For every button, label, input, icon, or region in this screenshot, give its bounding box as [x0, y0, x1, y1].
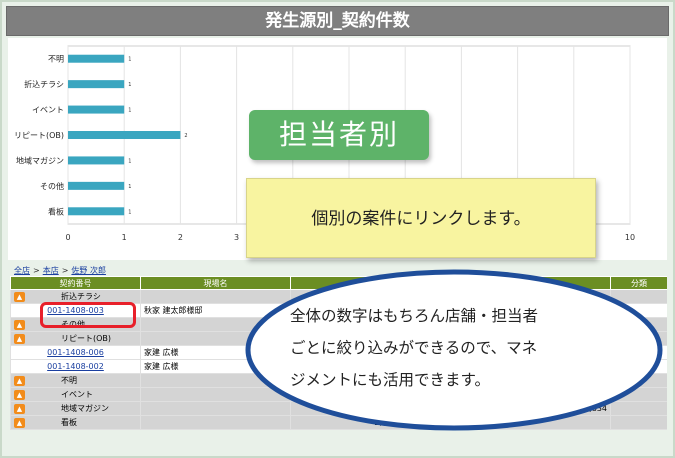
- collapse-toggle-icon[interactable]: ▲: [14, 375, 25, 386]
- data-label: 1: [128, 57, 131, 63]
- collapse-toggle-icon[interactable]: ▲: [14, 403, 25, 414]
- bar: [68, 156, 125, 165]
- group-label: リピート(OB): [61, 334, 112, 343]
- data-label: 2: [184, 133, 187, 139]
- category-label: 地域マガジン: [16, 155, 64, 165]
- report-title: 発生源別_契約件数: [6, 6, 669, 36]
- bar: [68, 105, 125, 114]
- collapse-toggle-icon[interactable]: ▲: [14, 389, 25, 400]
- category-label: 折込チラシ: [24, 79, 64, 89]
- collapse-toggle-icon[interactable]: ▲: [14, 417, 25, 428]
- data-label: 1: [128, 82, 131, 88]
- breadcrumb-sep: >: [61, 266, 69, 275]
- category-label: イベント: [32, 106, 64, 115]
- breadcrumb-sep: >: [33, 266, 40, 275]
- oval-callout-text: 全体の数字はもちろん店舗・担当者 ごとに絞り込みができるので、マネ ジメントにも…: [290, 300, 630, 396]
- data-label: 1: [128, 184, 131, 190]
- bar: [68, 54, 125, 63]
- contract-link[interactable]: 001-1408-002: [47, 362, 104, 371]
- link-highlight-box: [40, 302, 136, 328]
- bar: [68, 80, 125, 89]
- data-label: 1: [128, 108, 131, 114]
- group-label: 看板: [61, 418, 77, 427]
- group-cell: ▲ 看板: [10, 415, 141, 430]
- oval-line-3: ジメントにも活用できます。: [290, 371, 490, 389]
- bar: [68, 131, 181, 139]
- group-cell: ▲ リピート(OB): [10, 331, 141, 346]
- group-label: イベント: [61, 390, 93, 399]
- oval-line-2: ごとに絞り込みができるので、マネ: [290, 339, 538, 357]
- data-label: 1: [128, 209, 131, 215]
- category-label: その他: [40, 181, 64, 191]
- collapse-toggle-icon[interactable]: ▲: [14, 319, 25, 330]
- contract-no-cell: 001-1408-006: [10, 345, 141, 360]
- bar: [68, 181, 125, 190]
- link-callout: 個別の案件にリンクします。: [246, 178, 596, 258]
- x-tick-label: 10: [625, 233, 635, 242]
- group-cell: ▲ 地域マガジン: [10, 401, 141, 416]
- category-label: 不明: [48, 55, 64, 64]
- x-tick-label: 1: [122, 233, 127, 242]
- breadcrumb-item-store[interactable]: 本店: [43, 266, 59, 275]
- data-label: 1: [128, 158, 131, 164]
- contract-link[interactable]: 001-1408-006: [47, 348, 104, 357]
- collapse-toggle-icon[interactable]: ▲: [14, 291, 25, 302]
- category-label: リピート(OB): [14, 131, 64, 140]
- category-label: 看板: [48, 206, 64, 216]
- contract-no-cell: 001-1408-002: [10, 359, 141, 374]
- x-tick-label: 2: [178, 233, 183, 242]
- x-tick-label: 0: [65, 233, 70, 242]
- breadcrumb: 全店 > 本店 > 佐野 次郎: [14, 265, 106, 276]
- oval-line-1: 全体の数字はもちろん店舗・担当者: [290, 307, 539, 325]
- group-cell: ▲ 不明: [10, 373, 141, 388]
- group-label: 折込チラシ: [61, 292, 101, 301]
- x-tick-label: 3: [234, 233, 239, 242]
- breadcrumb-item-person[interactable]: 佐野 次郎: [71, 266, 106, 275]
- bar: [68, 207, 125, 216]
- collapse-toggle-icon[interactable]: ▲: [14, 333, 25, 344]
- col-header-contract-no[interactable]: 契約番号: [10, 276, 141, 290]
- group-label: 不明: [61, 376, 77, 385]
- group-label: 地域マガジン: [61, 404, 109, 413]
- breadcrumb-item-all[interactable]: 全店: [14, 266, 30, 275]
- group-cell: ▲ イベント: [10, 387, 141, 402]
- person-tag: 担当者別: [249, 110, 429, 160]
